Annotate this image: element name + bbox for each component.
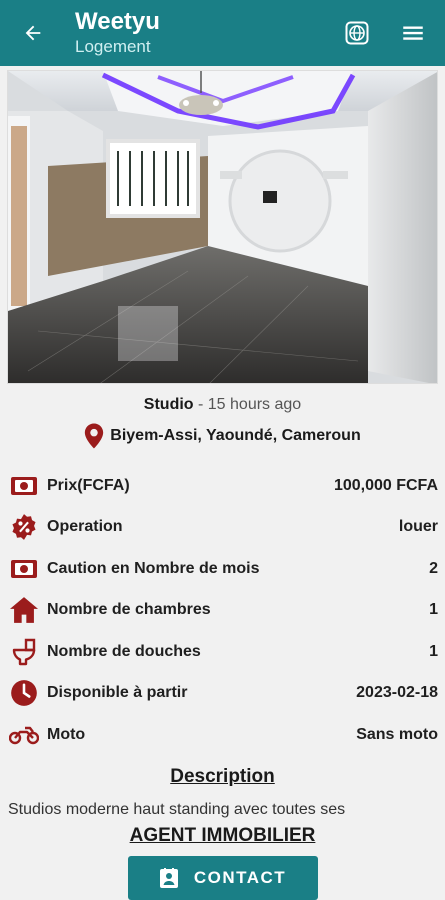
detail-row-caution: Caution en Nombre de mois 2 [0,551,445,587]
detail-value: 2023-02-18 [356,684,438,701]
globe-icon[interactable] [345,21,369,45]
detail-row-available: Disponible à partir 2023-02-18 [0,675,445,711]
detail-label: Prix(FCFA) [47,477,130,494]
detail-label: Nombre de douches [47,643,201,660]
money-icon [9,554,39,584]
detail-value: 100,000 FCFA [333,477,438,494]
discount-icon [9,512,39,542]
clock-icon [9,678,39,708]
hamburger-menu-icon[interactable] [400,20,426,46]
detail-value: 1 [429,643,438,660]
listing-summary: Studio - 15 hours ago [0,396,445,414]
detail-row-bedrooms: Nombre de chambres 1 [0,592,445,628]
contact-card-icon [159,868,178,888]
back-arrow-icon[interactable] [18,18,48,48]
agent-label[interactable]: AGENT IMMOBILIER [0,823,445,847]
toilet-icon [9,637,39,667]
house-icon [9,595,39,625]
detail-value: 1 [429,601,438,618]
app-bar: Weetyu Logement [0,0,445,66]
detail-row-showers: Nombre de douches 1 [0,634,445,670]
detail-value: 2 [429,560,438,577]
detail-value: Sans moto [356,726,438,743]
app-bar-titles: Weetyu Logement [75,8,160,58]
listing-time-ago: - 15 hours ago [193,396,302,413]
location-pin-icon [85,423,104,449]
listing-type: Studio [143,396,194,413]
description-text: Studios moderne haut standing avec toute… [8,801,346,818]
listing-photo[interactable] [7,70,438,384]
contact-button[interactable]: CONTACT [128,856,318,900]
motorcycle-icon [9,720,39,750]
detail-label: Nombre de chambres [47,601,211,618]
detail-value: louer [398,518,438,535]
app-subtitle: Logement [75,37,151,56]
detail-row-price: Prix(FCFA) 100,000 FCFA [0,468,445,504]
app-title: Weetyu [75,8,160,35]
detail-label: Disponible à partir [47,684,188,701]
listing-location: Biyem-Assi, Yaoundé, Cameroun [0,423,445,449]
detail-label: Operation [47,518,123,535]
contact-label: CONTACT [193,868,287,887]
location-text: Biyem-Assi, Yaoundé, Cameroun [110,427,361,444]
description-title: Description [170,766,275,787]
money-icon [9,471,39,501]
detail-label: Moto [47,726,86,743]
detail-row-operation: Operation louer [0,509,445,545]
detail-label: Caution en Nombre de mois [47,560,260,577]
detail-row-moto: Moto Sans moto [0,717,445,753]
